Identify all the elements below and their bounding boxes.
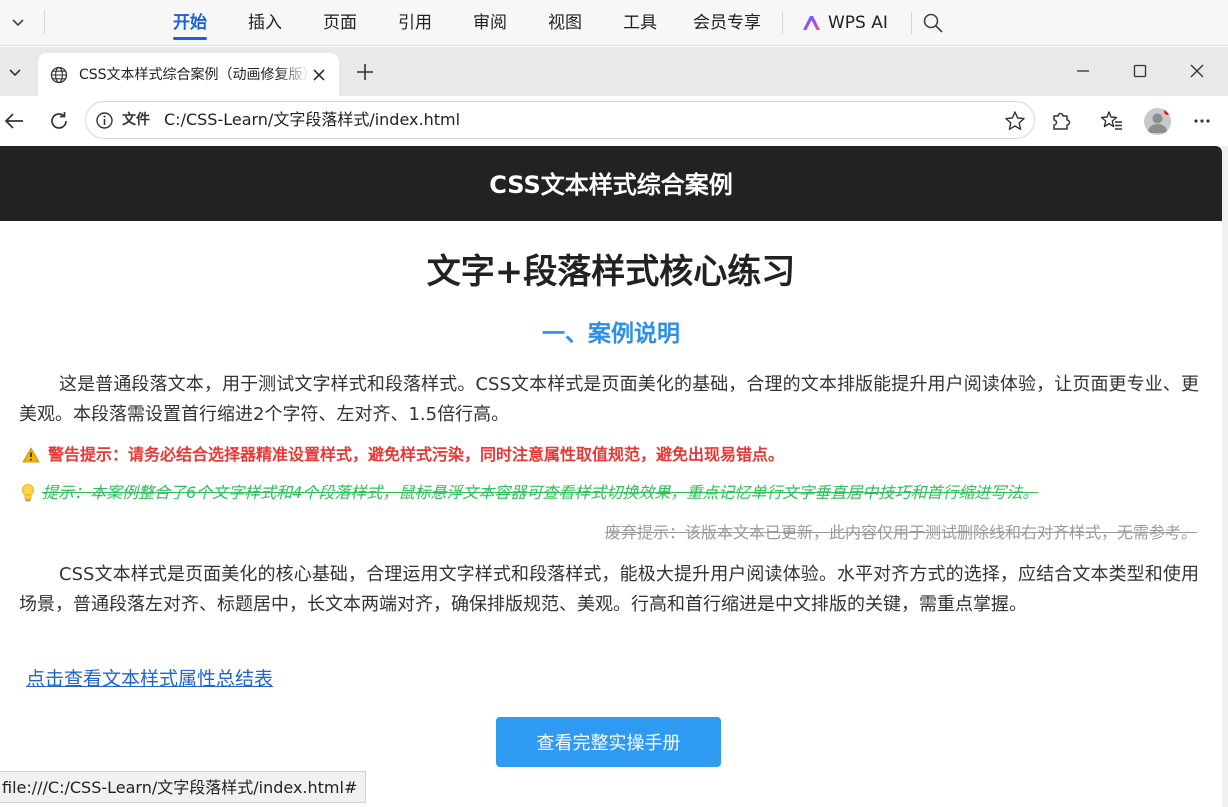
tab-list-button[interactable] [0,56,30,88]
ribbon-tab-reference[interactable]: 引用 [398,12,432,34]
tab-title: CSS文本样式综合案例（动画修复版） [79,67,311,83]
tab-close-button[interactable] [309,65,329,85]
window-close-icon [1190,64,1204,78]
refresh-icon [51,112,67,129]
ribbon-tab-member[interactable]: 会员专享 [693,12,761,34]
wps-ai-logo-icon [803,16,820,30]
ribbon-tab-tools[interactable]: 工具 [623,12,657,34]
notification-dot [1164,108,1171,115]
chevron-down-icon[interactable] [10,14,26,30]
minimize-button[interactable] [1073,61,1093,81]
ribbon-tab-view[interactable]: 视图 [548,12,582,34]
site-header-title: CSS文本样式综合案例 [489,171,733,199]
wps-ai-button[interactable]: WPS AI [802,11,888,35]
warning-text: 警告提示：请务必结合选择器精准设置样式，避免样式污染，同时注意属性取值规范，避免… [48,445,785,464]
browser-tab-strip: CSS文本样式综合案例（动画修复版） [0,47,1228,96]
wps-ai-label: WPS AI [828,13,888,33]
divider [911,12,912,34]
warning-icon [22,447,40,463]
address-bar[interactable]: 文件 C:/CSS-Learn/文字段落样式/index.html [85,101,1035,139]
more-button[interactable] [1190,109,1214,133]
deprecated-notice: 废弃提示：该版本文本已更新，此内容仅用于测试删除线和右对齐样式，无需参考。 [604,523,1197,542]
ribbon-tab-page[interactable]: 页面 [323,12,357,34]
page-edge [1222,146,1228,807]
scheme-label: 文件 [122,112,150,128]
url-text[interactable]: C:/CSS-Learn/文字段落样式/index.html [164,110,460,130]
more-icon [1194,119,1210,123]
browser-toolbar: 文件 C:/CSS-Learn/文字段落样式/index.html [0,96,1228,146]
close-icon [313,69,325,81]
maximize-button[interactable] [1130,61,1150,81]
status-url: file:///C:/CSS-Learn/文字段落样式/index.html# [0,771,367,803]
tab-list-icon [9,69,21,77]
lightbulb-icon [22,484,34,502]
favorites-button[interactable] [1100,109,1124,133]
warning-message: 警告提示：请务必结合选择器精准设置样式，避免样式污染，同时注意属性取值规范，避免… [22,443,784,467]
star-icon[interactable] [1004,110,1026,132]
new-tab-button[interactable] [352,59,378,85]
body-paragraph-2: CSS文本样式是页面美化的核心基础，合理运用文字样式和段落样式，能极大提升用户阅… [19,564,1199,615]
page-title: 文字+段落样式核心练习 [426,252,796,292]
extensions-icon [1053,112,1071,130]
back-arrow-icon [4,113,23,129]
browser-tab-active[interactable]: CSS文本样式综合案例（动画修复版） [38,53,339,96]
ribbon-tab-start[interactable]: 开始 [173,12,207,34]
extensions-button[interactable] [1049,109,1073,133]
tip-text: 提示：本案例整合了6个文字样式和4个段落样式，鼠标悬浮文本容器可查看样式切换效果… [42,483,1039,502]
active-tab-indicator [173,37,207,40]
body-paragraph-1: 这是普通段落文本，用于测试文字样式和段落样式。CSS文本样式是页面美化的基础，合… [19,374,1199,425]
search-icon[interactable] [922,12,944,34]
window-close-button[interactable] [1187,61,1207,81]
info-icon[interactable] [95,111,114,130]
ribbon-tab-insert[interactable]: 插入 [248,12,282,34]
refresh-button[interactable] [47,109,71,133]
web-page: CSS文本样式综合案例 文字+段落样式核心练习 一、案例说明 这是普通段落文本，… [0,146,1222,807]
manual-button[interactable]: 查看完整实操手册 [496,717,721,767]
minimize-icon [1077,70,1089,72]
ribbon-tab-review[interactable]: 审阅 [473,12,507,34]
maximize-icon [1133,64,1147,78]
tip-message: 提示：本案例整合了6个文字样式和4个段落样式，鼠标悬浮文本容器可查看样式切换效果… [20,480,1100,506]
site-header: CSS文本样式综合案例 [0,146,1222,221]
summary-table-link[interactable]: 点击查看文本样式属性总结表 [26,665,273,693]
divider [782,12,783,34]
globe-icon [50,66,68,84]
divider [44,10,45,34]
wps-ribbon: 开始 插入 页面 引用 审阅 视图 工具 会员专享 WPS AI [0,0,1228,46]
section-heading: 一、案例说明 [542,321,680,347]
profile-avatar[interactable] [1144,108,1171,135]
favorites-icon [1100,111,1122,130]
plus-icon [357,64,373,80]
back-button[interactable] [2,109,26,133]
